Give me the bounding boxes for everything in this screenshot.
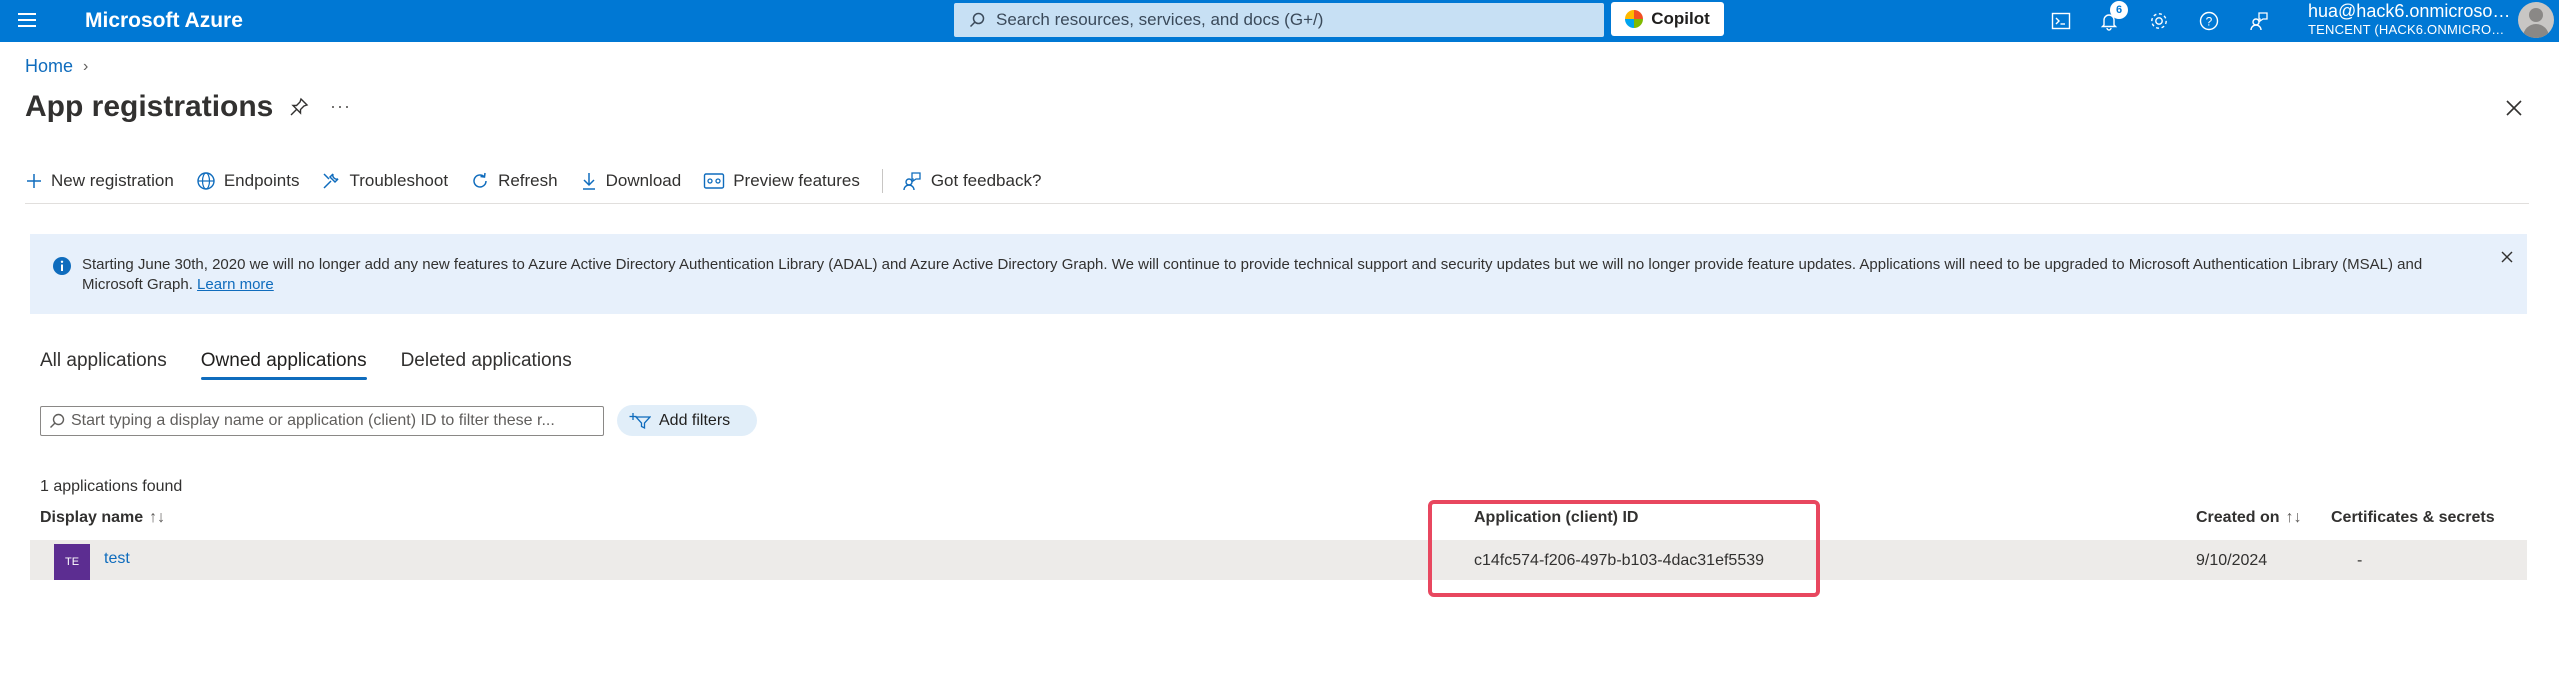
feedback-person-icon[interactable] [2244,6,2274,36]
top-bar: Microsoft Azure Copilot 6 ? hua@hack6.on… [0,0,2559,42]
created-on-cell: 9/10/2024 [2196,552,2268,569]
account-user: hua@hack6.onmicrosoft... [2308,1,2513,21]
preview-features-button[interactable]: Preview features [703,165,860,197]
command-bar-divider [25,203,2529,204]
refresh-icon [473,172,487,188]
cloud-shell-icon[interactable] [2046,6,2076,36]
plus-icon [27,174,41,188]
refresh-button[interactable]: Refresh [470,165,558,197]
app-name-link[interactable]: test [104,550,130,568]
endpoints-button[interactable]: Endpoints [196,165,300,197]
column-display-name-label: Display name [40,509,144,526]
copilot-label: Copilot [1651,9,1710,28]
avatar[interactable] [2518,2,2554,38]
column-client-id: Application (client) ID [1474,509,1638,527]
globe-icon [197,172,215,190]
column-created-on[interactable]: Created on ↑↓ [2196,509,2302,527]
results-count: 1 applications found [40,478,183,495]
got-feedback-button[interactable]: Got feedback? [901,165,1042,197]
tab-all-applications[interactable]: All applications [40,350,167,380]
command-bar: New registration Endpoints Troubleshoot … [25,165,1063,197]
copilot-button[interactable]: Copilot [1611,2,1724,36]
info-icon [53,257,71,275]
filter-box[interactable] [40,406,604,436]
app-tabs: All applications Owned applications Dele… [40,350,572,380]
troubleshoot-label: Troubleshoot [349,171,449,190]
table-row[interactable]: TE test c14fc574-f206-497b-b103-4dac31ef… [30,540,2527,580]
download-label: Download [605,171,682,190]
column-display-name[interactable]: Display name ↑↓ [40,509,165,527]
banner-message: Starting June 30th, 2020 we will no long… [82,256,2423,293]
tab-owned-applications[interactable]: Owned applications [200,350,367,380]
client-id-cell: c14fc574-f206-497b-b103-4dac31ef5539 [1474,552,1765,569]
new-registration-button[interactable]: New registration [25,165,174,197]
got-feedback-label: Got feedback? [930,171,1042,190]
column-created-on-label: Created on [2196,509,2280,526]
filter-input[interactable] [65,412,585,430]
search-icon [964,7,990,33]
download-button[interactable]: Download [580,165,682,197]
settings-gear-icon[interactable] [2144,6,2174,36]
troubleshoot-button[interactable]: Troubleshoot [321,165,448,197]
banner-text: Starting June 30th, 2020 we will no long… [82,255,2462,295]
account-menu[interactable]: hua@hack6.onmicrosoft... TENCENT (HACK6.… [2308,1,2513,38]
column-certificates-label: Certificates & secrets [2331,509,2495,526]
download-icon [582,173,595,190]
app-avatar: TE [54,544,90,580]
sort-icon[interactable]: ↑↓ [149,509,165,527]
endpoints-label: Endpoints [223,171,300,190]
learn-more-link[interactable]: Learn more [197,276,274,293]
add-filters-button[interactable]: Add filters [617,405,757,436]
wrench-icon [323,173,339,189]
new-registration-label: New registration [51,171,174,190]
column-client-id-label: Application (client) ID [1474,509,1639,526]
sort-icon[interactable]: ↑↓ [2286,509,2302,527]
account-tenant: TENCENT (HACK6.ONMICROSO... [2308,22,2513,37]
search-icon [50,413,65,428]
chevron-right-icon: › [83,57,89,75]
feedback-icon [903,172,921,191]
breadcrumb: Home › [25,56,88,77]
svg-text:?: ? [2206,15,2213,29]
certificates-cell: - [2357,552,2363,569]
search-input[interactable] [990,10,1590,30]
add-filter-icon [629,412,651,429]
page-title: App registrations [25,90,274,123]
preview-icon [704,173,725,189]
add-filters-label: Add filters [659,411,731,429]
preview-features-label: Preview features [733,171,860,190]
notification-badge: 6 [2110,1,2128,19]
help-icon[interactable]: ? [2194,6,2224,36]
copilot-icon [1625,10,1644,28]
notifications-icon[interactable]: 6 [2094,1,2128,36]
menu-icon[interactable] [18,9,40,31]
command-divider [881,169,883,193]
more-options-icon[interactable]: ··· [330,96,351,117]
brand-title[interactable]: Microsoft Azure [85,8,243,34]
tab-deleted-applications[interactable]: Deleted applications [401,350,572,380]
global-search[interactable] [954,3,1604,37]
column-certificates: Certificates & secrets [2331,509,2495,527]
dismiss-icon[interactable] [2498,248,2516,266]
close-icon[interactable] [2502,96,2526,120]
info-banner: Starting June 30th, 2020 we will no long… [30,234,2527,314]
refresh-label: Refresh [498,171,558,190]
pin-icon[interactable] [288,96,310,118]
breadcrumb-home[interactable]: Home [25,56,73,77]
